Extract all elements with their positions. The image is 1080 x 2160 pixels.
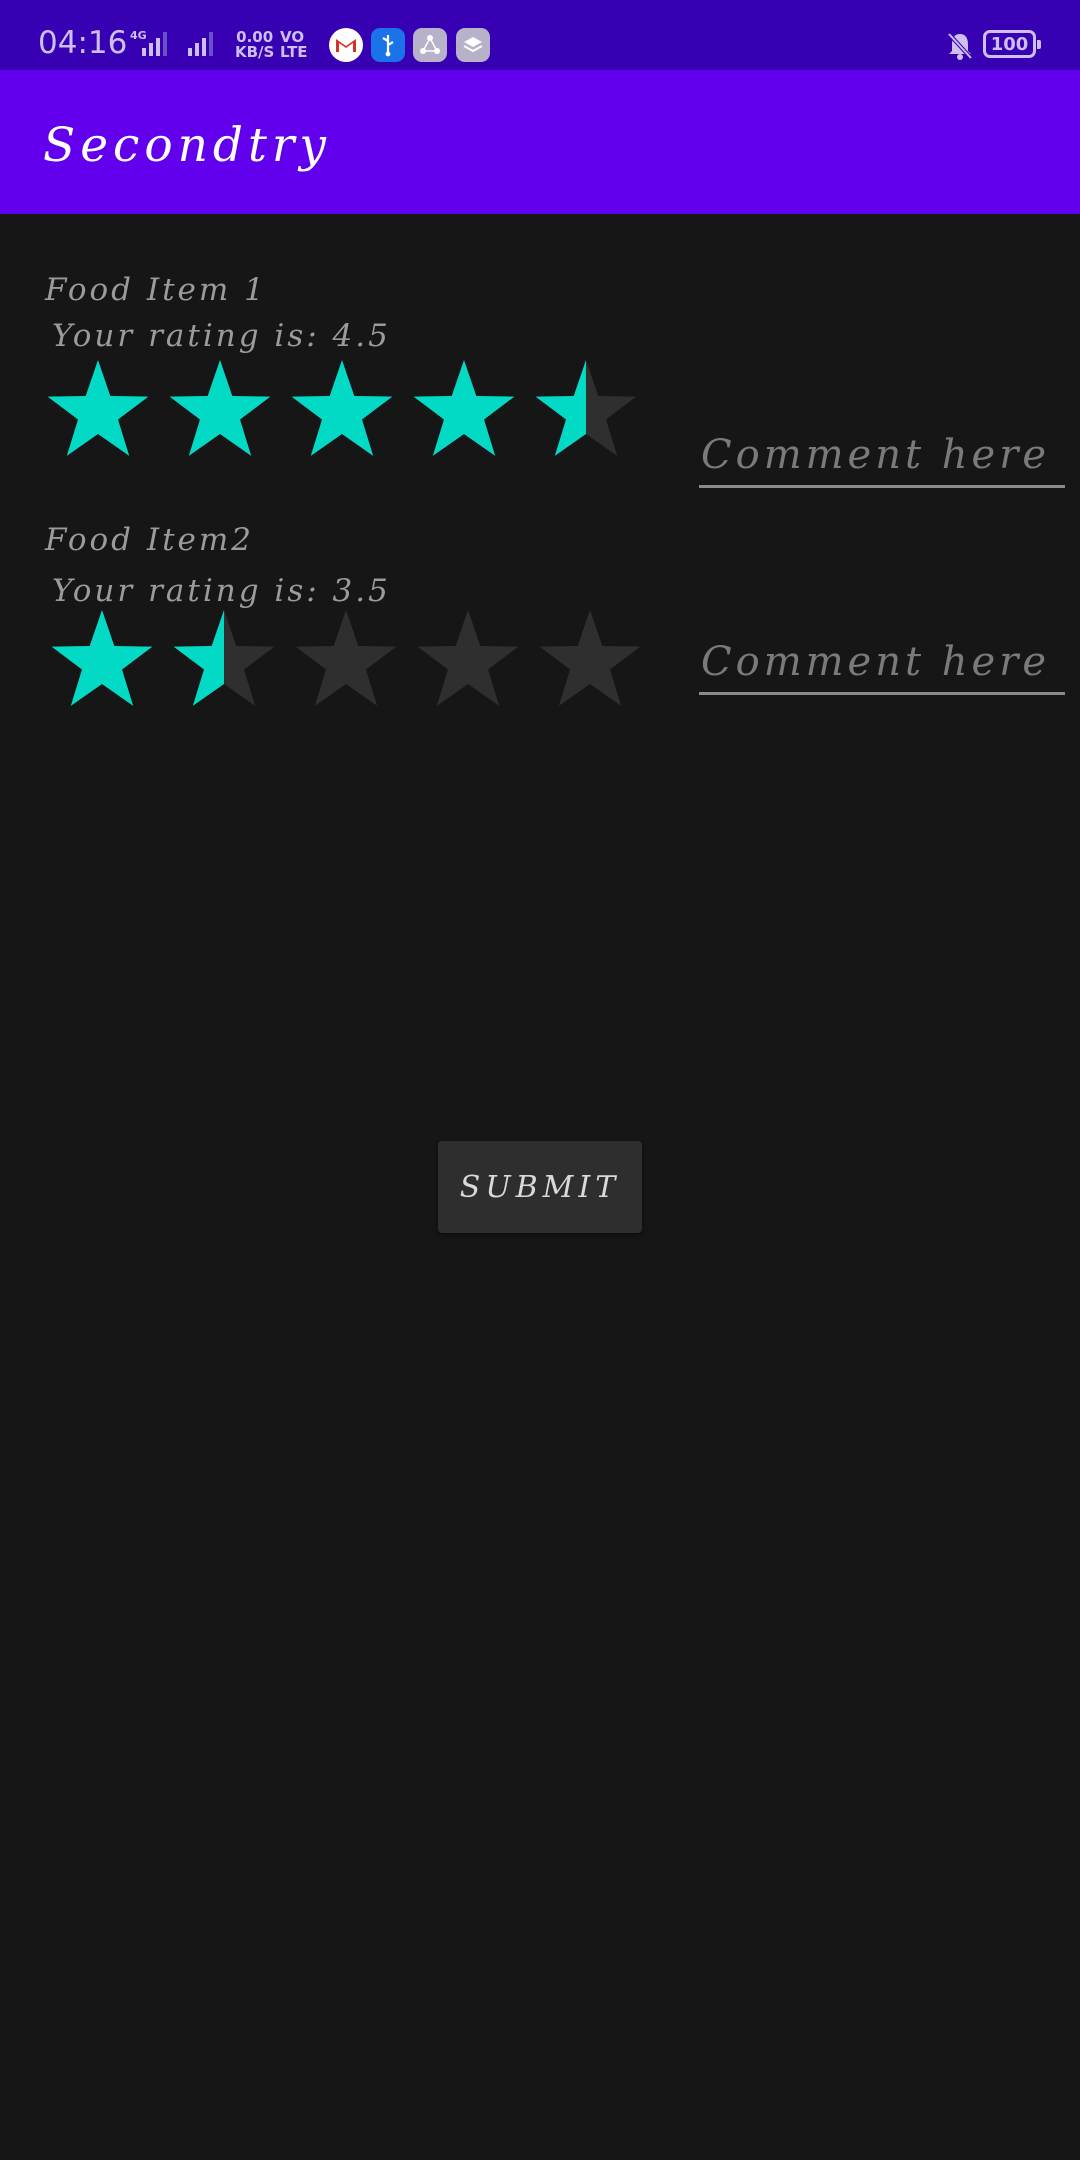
food-item-1-label: Food Item 1 <box>45 272 267 308</box>
food-item-2-rating-bar[interactable] <box>44 605 664 720</box>
star-icon[interactable] <box>539 610 641 706</box>
signal-strength-icon: 4G <box>130 29 213 56</box>
app-icon <box>413 28 447 62</box>
star-icon[interactable] <box>51 610 153 706</box>
star-icon[interactable] <box>47 360 149 456</box>
star-icon[interactable] <box>535 360 637 456</box>
food-item-1-comment-input[interactable] <box>699 425 1065 488</box>
usb-icon <box>371 28 405 62</box>
food-item-2-label: Food Item2 <box>45 522 255 558</box>
food-item-2-rating-text: Your rating is: 3.5 <box>52 573 391 609</box>
volte-indicator: VO LTE <box>280 28 308 61</box>
net-speed: 0.00 KB/S <box>235 28 275 61</box>
bell-off-icon <box>947 32 973 60</box>
battery-indicator: 100 <box>983 30 1041 58</box>
submit-button[interactable]: SUBMIT <box>438 1141 642 1233</box>
star-icon[interactable] <box>291 360 393 456</box>
food-item-1-rating-bar[interactable] <box>40 355 660 470</box>
star-icon[interactable] <box>295 610 397 706</box>
status-time: 04:16 <box>38 25 128 61</box>
food-item-1-rating-text: Your rating is: 4.5 <box>52 318 391 354</box>
star-icon[interactable] <box>417 610 519 706</box>
star-icon[interactable] <box>413 360 515 456</box>
app-title: Secondtry <box>43 118 331 173</box>
layers-icon <box>456 28 490 62</box>
svg-text:4G: 4G <box>130 29 147 42</box>
star-icon[interactable] <box>173 610 275 706</box>
food-item-2-comment-input[interactable] <box>699 632 1065 695</box>
app-bar: Secondtry <box>0 70 1080 214</box>
status-bar: 04:16 4G 0.00 KB/S VO LTE 100 <box>0 0 1080 70</box>
gmail-icon <box>329 28 363 62</box>
star-icon[interactable] <box>169 360 271 456</box>
